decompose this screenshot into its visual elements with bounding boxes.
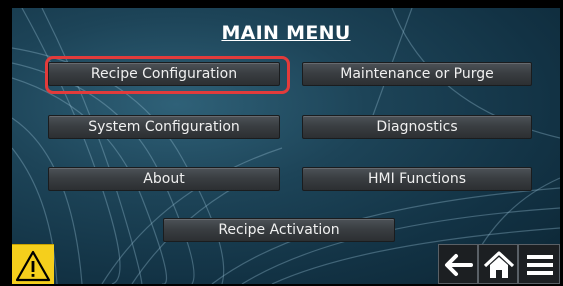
system-configuration-button[interactable]: System Configuration (48, 115, 280, 139)
maintenance-or-purge-button[interactable]: Maintenance or Purge (302, 62, 532, 86)
diagnostics-button[interactable]: Diagnostics (302, 115, 532, 139)
selection-highlight (45, 56, 290, 94)
warning-icon (15, 250, 51, 282)
hmi-frame: MAIN MENU Recipe Configuration Maintenan… (0, 0, 563, 286)
home-button[interactable] (478, 244, 518, 284)
back-arrow-icon (445, 254, 473, 276)
page-title: MAIN MENU (221, 22, 351, 44)
warning-button[interactable] (12, 244, 54, 284)
background-wire-lines (12, 8, 560, 284)
home-icon (483, 251, 515, 278)
hmi-functions-button[interactable]: HMI Functions (302, 167, 532, 191)
menu-button[interactable] (518, 244, 560, 284)
hmi-screen: MAIN MENU Recipe Configuration Maintenan… (12, 8, 560, 284)
back-button[interactable] (438, 244, 478, 284)
about-button[interactable]: About (48, 167, 280, 191)
recipe-activation-button[interactable]: Recipe Activation (163, 218, 395, 242)
hamburger-menu-icon (527, 255, 553, 275)
